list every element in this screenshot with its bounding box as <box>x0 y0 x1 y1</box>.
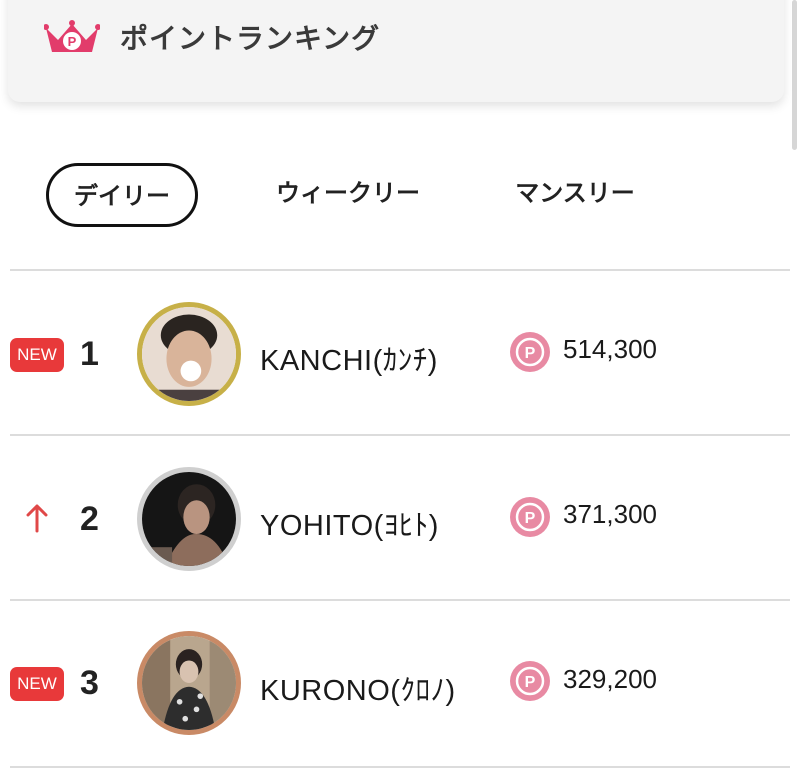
avatar[interactable] <box>137 631 241 735</box>
tab-weekly[interactable]: ウィークリー <box>258 163 438 227</box>
host-name[interactable]: KANCHI(ｶﾝﾁ) <box>260 337 438 379</box>
crown-p-icon: P <box>43 20 101 54</box>
point-value: 329,200 <box>563 664 657 694</box>
rank-number: 3 <box>80 664 99 702</box>
scrollbar[interactable] <box>792 0 797 150</box>
point-icon: P <box>510 332 550 372</box>
ranking-row[interactable]: NEW 3 KURONO(ｸﾛﾉ) P 329,200 <box>0 601 800 765</box>
ranking-row[interactable]: NEW 1 KANCHI(ｶﾝﾁ) P 514,300 <box>0 271 800 435</box>
new-badge: NEW <box>10 667 64 701</box>
svg-text:P: P <box>525 345 536 362</box>
avatar[interactable] <box>137 467 241 571</box>
ranking-header: P ポイントランキング <box>8 0 784 102</box>
svg-text:P: P <box>68 34 77 49</box>
svg-text:P: P <box>525 510 536 527</box>
avatar[interactable] <box>137 302 241 406</box>
new-badge: NEW <box>10 338 64 372</box>
tab-daily[interactable]: デイリー <box>46 163 198 227</box>
ranking-row[interactable]: 2 YOHITO(ﾖﾋﾄ) P 371,300 <box>0 436 800 600</box>
point-icon: P <box>510 661 550 701</box>
point-value: 371,300 <box>563 499 657 529</box>
svg-text:P: P <box>525 674 536 691</box>
up-arrow-icon <box>24 503 50 533</box>
rank-number: 2 <box>80 500 99 538</box>
point-icon: P <box>510 497 550 537</box>
host-name[interactable]: YOHITO(ﾖﾋﾄ) <box>260 502 439 544</box>
point-value: 514,300 <box>563 334 657 364</box>
rank-number: 1 <box>80 335 99 373</box>
page-title: ポイントランキング <box>120 22 381 55</box>
tab-monthly[interactable]: マンスリー <box>500 163 650 227</box>
divider <box>10 766 790 768</box>
host-name[interactable]: KURONO(ｸﾛﾉ) <box>260 667 456 709</box>
